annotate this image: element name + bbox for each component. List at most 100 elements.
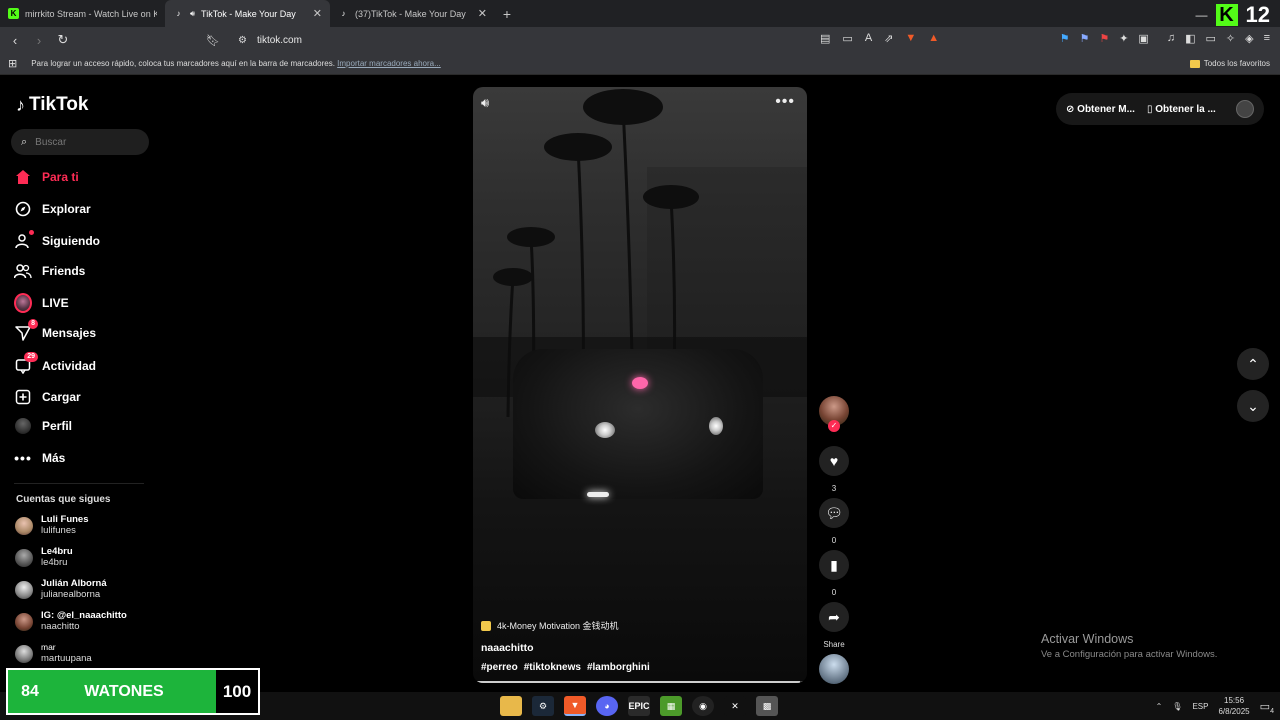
obs-icon[interactable]: ◉ [692, 696, 714, 716]
user-avatar[interactable] [1236, 100, 1254, 118]
minimize-icon[interactable]: — [1196, 8, 1208, 22]
minecraft-icon[interactable]: ▦ [660, 696, 682, 716]
video-author[interactable]: naaachitto [481, 642, 650, 654]
extension-icon[interactable]: ⚑ [1060, 32, 1070, 45]
bookmark-icon[interactable]: 🔖︎ [206, 34, 220, 47]
share-icon[interactable]: ➦ [819, 602, 849, 632]
nav-cargar[interactable]: Cargar [14, 387, 81, 407]
comment-action[interactable]: 💬︎ 0 [818, 498, 850, 545]
wallet-icon[interactable]: ▭ [1205, 32, 1215, 45]
following-account[interactable]: Julián Alborná julianealborna [15, 578, 107, 601]
account-name: Julián Alborná [41, 578, 107, 589]
app-icon[interactable]: ▩ [756, 696, 778, 716]
music-icon[interactable]: ♫ [1167, 32, 1175, 45]
puzzle-icon[interactable]: ✦ [1119, 32, 1128, 45]
following-account[interactable]: mar martuupana [15, 642, 92, 665]
volume-icon[interactable]: 🔊︎ [481, 95, 489, 111]
all-favorites[interactable]: Todos los favoritos [1189, 59, 1270, 68]
following-account[interactable]: IG: @el_naaachitto naachitto [15, 610, 127, 633]
new-tab-button[interactable]: + [495, 6, 519, 22]
microphone-icon[interactable]: 🎙︎ [1172, 702, 1182, 711]
capcut-icon[interactable]: ✕ [724, 696, 746, 716]
share-action[interactable]: ➦ Share [818, 602, 850, 649]
apps-grid-icon[interactable]: ⊞ [8, 57, 17, 70]
tab-title: mirrkito Stream - Watch Live on Kick [25, 8, 157, 19]
leo-ai-icon[interactable]: ✧ [1226, 32, 1235, 45]
nav-friends[interactable]: Friends [14, 261, 85, 281]
back-icon[interactable]: ‹ [8, 33, 22, 48]
search-input[interactable] [35, 136, 136, 148]
tab-tiktok-active[interactable]: ♪ 🔊︎ TikTok - Make Your Day ✕ [165, 0, 330, 27]
vpn-icon[interactable]: ◈ [1245, 32, 1253, 45]
more-options-icon[interactable]: ••• [775, 93, 795, 111]
forward-icon[interactable]: › [32, 33, 46, 48]
translate-icon[interactable]: A [865, 32, 872, 45]
more-icon: ••• [14, 450, 32, 466]
chevron-up-icon[interactable]: ⌃ [1156, 702, 1163, 711]
brave-shields-icon[interactable]: ▼ [905, 32, 916, 45]
nav-label: LIVE [42, 296, 69, 310]
nav-live[interactable]: LIVE [14, 293, 69, 313]
get-app-button[interactable]: ▯ Obtener la ... [1147, 104, 1216, 115]
sidebar-icon[interactable]: ◧ [1185, 32, 1195, 45]
close-tab-icon[interactable]: ✕ [313, 7, 322, 20]
nav-perfil[interactable]: Perfil [14, 416, 72, 436]
brave-icon[interactable]: ▼ [564, 696, 586, 716]
like-action[interactable]: ♥ 3 [818, 446, 850, 493]
get-coins-button[interactable]: ⊘ Obtener M... [1066, 104, 1135, 115]
import-bookmarks-link[interactable]: Importar marcadores ahora... [337, 59, 441, 68]
hashtag-link[interactable]: #lamborghini [587, 662, 650, 673]
bookmarks-bar: ⊞ Para lograr un acceso rápido, coloca t… [0, 53, 1280, 75]
nav-label: Cargar [42, 390, 81, 404]
extension-icon[interactable]: ⚑ [1079, 32, 1089, 45]
chevron-down-icon[interactable]: ⌄ [1237, 390, 1269, 422]
close-tab-icon[interactable]: ✕ [478, 7, 487, 20]
following-account[interactable]: Le4bru le4bru [15, 546, 73, 569]
share-label: Share [823, 640, 845, 649]
following-account[interactable]: Luli Funes lulifunes [15, 514, 89, 537]
extension-icon[interactable]: ⚑ [1099, 32, 1109, 45]
score-goal: 100 [222, 681, 252, 701]
url-text[interactable]: tiktok.com [257, 35, 302, 46]
bookmark-icon[interactable]: ▮ [819, 550, 849, 580]
steam-icon[interactable]: ⚙ [532, 696, 554, 716]
sound-avatar-button[interactable] [818, 654, 850, 684]
nav-para-ti[interactable]: Para ti [14, 167, 79, 187]
reload-icon[interactable]: ↻ [56, 32, 70, 48]
clock-time: 15:56 [1224, 696, 1245, 705]
nav-siguiendo[interactable]: Siguiendo [14, 230, 100, 251]
nav-mas[interactable]: ••• Más [14, 448, 65, 468]
profile-avatar-wrap [14, 417, 32, 435]
video-progress-bar[interactable] [473, 681, 807, 683]
hashtag-link[interactable]: #tiktoknews [524, 662, 581, 673]
creator-avatar-button[interactable]: ✓ [818, 396, 850, 432]
search-box[interactable]: ⌕ [11, 129, 149, 155]
menu-icon[interactable]: ≡ [1264, 32, 1270, 45]
comment-icon[interactable]: 💬︎ [819, 498, 849, 528]
brave-rewards-icon[interactable]: ▲ [928, 32, 939, 45]
screenshot-icon[interactable]: ▣ [1138, 32, 1148, 45]
notifications-icon[interactable]: ▭ 4 [1260, 700, 1274, 715]
tiktok-logo[interactable]: ♪ TikTok [16, 94, 88, 116]
save-action[interactable]: ▮ 0 [818, 550, 850, 597]
nav-mensajes[interactable]: 8 Mensajes [14, 319, 96, 343]
tab-kick[interactable]: K mirrkito Stream - Watch Live on Kick [0, 0, 165, 27]
share-page-icon[interactable]: ⇗ [884, 32, 893, 45]
clock[interactable]: 15:56 6/8/2025 [1218, 695, 1249, 717]
discord-icon[interactable]: ◕ [596, 696, 618, 716]
tab-tiktok-2[interactable]: ♪ (37)TikTok - Make Your Day ✕ [330, 0, 495, 27]
nav-explorar[interactable]: Explorar [14, 199, 91, 219]
video-player[interactable]: 🔊︎ ••• 4k-Money Motivation 金钱动机 naaachit… [473, 87, 807, 683]
nav-actividad[interactable]: 29 Actividad [14, 352, 96, 376]
music-row[interactable]: 4k-Money Motivation 金钱动机 [481, 619, 650, 632]
epic-games-icon[interactable]: EPIC [628, 696, 650, 716]
hashtag-link[interactable]: #perreo [481, 662, 518, 673]
file-explorer-icon[interactable] [500, 696, 522, 716]
site-settings-icon[interactable]: ⚙︎ [238, 35, 247, 46]
chevron-up-icon[interactable]: ⌃ [1237, 348, 1269, 380]
reader-mode-icon[interactable]: ▤ [820, 32, 830, 45]
avatar [15, 580, 33, 599]
input-language[interactable]: ESP [1192, 702, 1208, 711]
cast-icon[interactable]: ▭ [842, 32, 852, 45]
heart-icon[interactable]: ♥ [819, 446, 849, 476]
